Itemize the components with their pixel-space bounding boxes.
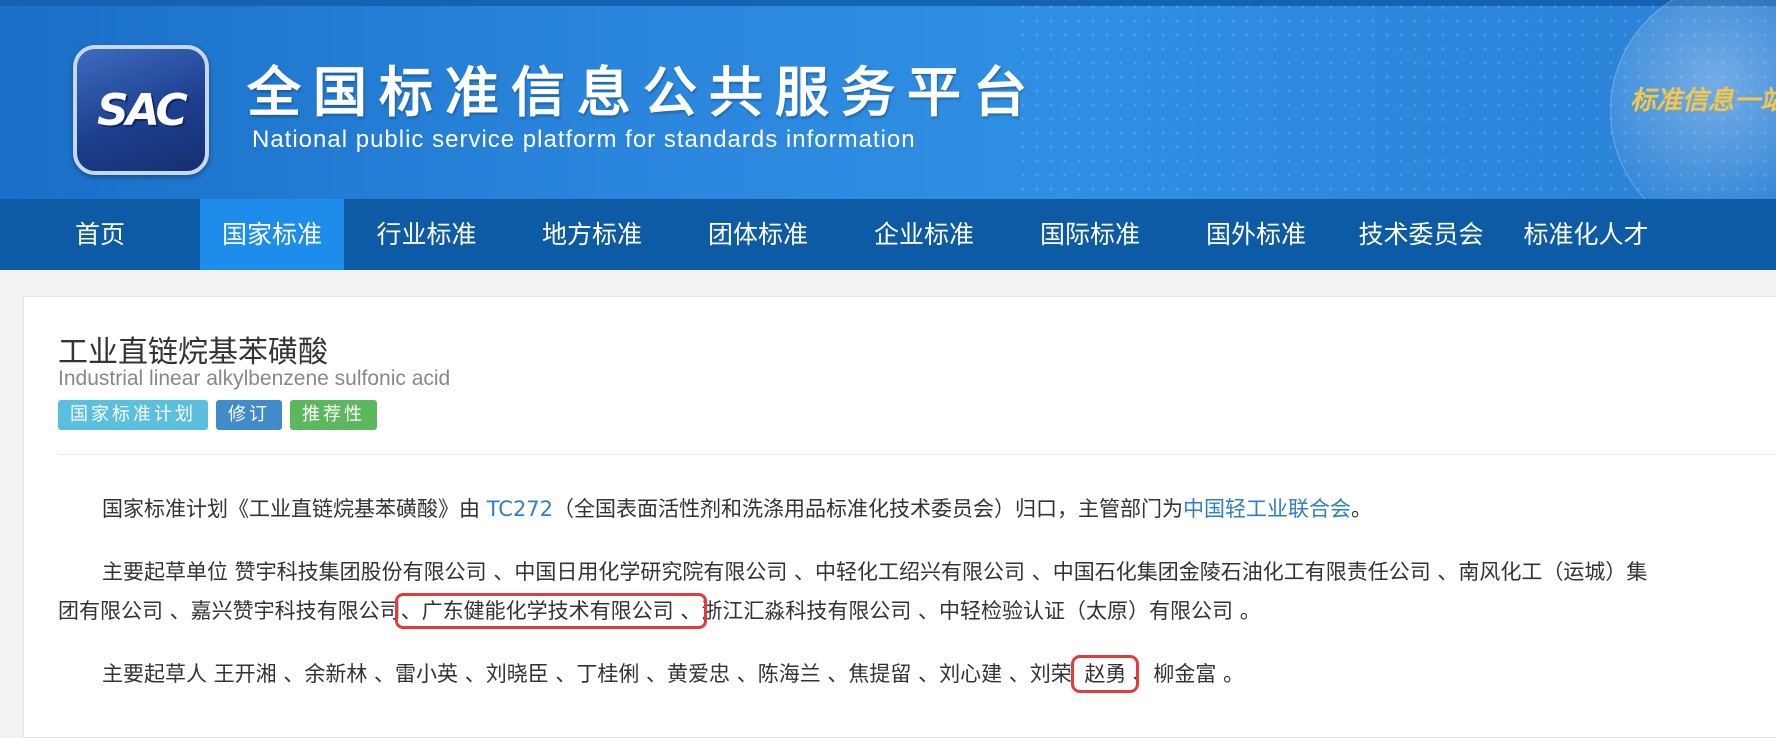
drafting-units-line1: 主要起草单位 赞宇科技集团股份有限公司 、中国日用化学研究院有限公司 、中轻化工… [102, 560, 1648, 584]
logo-text: SAC [97, 84, 188, 136]
nav-item-local-standards[interactable]: 地方标准 [509, 199, 675, 270]
nav-item-national-standards[interactable]: 国家标准 [200, 199, 344, 270]
nav-item-foreign-standards[interactable]: 国外标准 [1173, 199, 1339, 270]
tc272-link[interactable]: TC272 [487, 497, 553, 521]
site-subtitle: National public service platform for sta… [252, 126, 916, 153]
sac-logo[interactable]: SAC [73, 45, 209, 175]
divider [58, 454, 1776, 455]
intro-prefix: 国家标准计划《工业直链烷基苯磺酸》由 [102, 497, 487, 521]
main-nav: 首页 国家标准 行业标准 地方标准 团体标准 企业标准 国际标准 国外标准 技术… [0, 199, 1776, 270]
standard-title-zh: 工业直链烷基苯磺酸 [58, 335, 328, 370]
standard-detail-card: 工业直链烷基苯磺酸 Industrial linear alkylbenzene… [23, 296, 1776, 738]
header-banner: 标准信息一站 SAC 全国标准信息公共服务平台 National public … [0, 0, 1776, 199]
intro-paragraph: 国家标准计划《工业直链烷基苯磺酸》由 TC272（全国表面活性剂和洗涤用品标准化… [102, 493, 1372, 523]
intro-suffix: 。 [1351, 497, 1373, 521]
intro-middle: （全国表面活性剂和洗涤用品标准化技术委员会）归口，主管部门为 [553, 497, 1184, 521]
highlighted-unit: 、广东健能化学技术有限公司 、 [394, 593, 708, 629]
nav-item-enterprise-standards[interactable]: 企业标准 [841, 199, 1007, 270]
standard-tags: 国家标准计划 修订 推荐性 [58, 400, 377, 430]
drafting-units-after: 浙江汇淼科技有限公司 、中轻检验认证（太原）有限公司 。 [701, 599, 1261, 623]
tag-recommended: 推荐性 [290, 400, 377, 430]
nav-item-home[interactable]: 首页 [0, 199, 200, 270]
drafters-after: 、柳金富 。 [1132, 662, 1245, 686]
standard-title-en: Industrial linear alkylbenzene sulfonic … [58, 367, 451, 390]
nav-item-standardization-talent[interactable]: 标准化人才 [1503, 199, 1669, 270]
site-title: 全国标准信息公共服务平台 [247, 61, 1039, 124]
tag-national-plan: 国家标准计划 [58, 400, 208, 430]
nav-item-industry-standards[interactable]: 行业标准 [344, 199, 509, 270]
nav-item-technical-committees[interactable]: 技术委员会 [1339, 199, 1503, 270]
drafting-units-line2: 团有限公司 、嘉兴赞宇科技有限公司、广东健能化学技术有限公司 、浙江汇淼科技有限… [58, 593, 1261, 629]
drafting-units-before: 团有限公司 、嘉兴赞宇科技有限公司 [58, 599, 401, 623]
drafters-paragraph: 主要起草人 王开湘 、余新林 、雷小英 、刘晓臣 、丁桂俐 、黄爱忠 、陈海兰 … [102, 655, 1245, 693]
nav-item-international-standards[interactable]: 国际标准 [1007, 199, 1173, 270]
highlighted-drafter: 赵勇 [1071, 655, 1140, 693]
drafters-before: 主要起草人 王开湘 、余新林 、雷小英 、刘晓臣 、丁桂俐 、黄爱忠 、陈海兰 … [102, 662, 1079, 686]
banner-slogan: 标准信息一站 [1630, 86, 1776, 116]
department-link[interactable]: 中国轻工业联合会 [1183, 497, 1351, 521]
nav-item-group-standards[interactable]: 团体标准 [675, 199, 841, 270]
tag-revision: 修订 [216, 400, 282, 430]
